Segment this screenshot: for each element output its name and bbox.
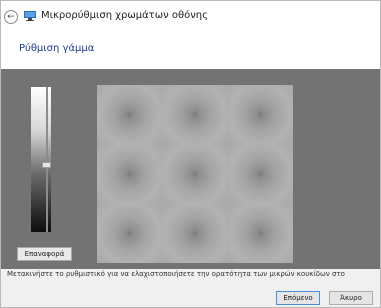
gamma-dot [97,144,163,204]
gamma-adjust-area: Επαναφορά [1,69,380,269]
gamma-dot [227,144,293,204]
gamma-dot [162,144,228,204]
gamma-sample-image [97,85,293,263]
gamma-dot [227,85,293,145]
next-button[interactable]: Επόμενο [276,291,320,305]
gamma-dot [97,203,163,263]
reset-button[interactable]: Επαναφορά [17,247,72,261]
back-arrow-icon[interactable]: ← [4,10,18,24]
gamma-slider[interactable] [31,87,51,232]
cancel-button[interactable]: Άκυρο [329,291,373,305]
page-header: Ρύθμιση γάμμα [1,35,380,69]
instruction-text: Μετακινήστε το ρυθμιστικό για να ελαχιστ… [7,270,345,278]
calibration-window: ← Μικρορύθμιση χρωμάτων οθόνης Ρύθμιση γ… [0,0,381,308]
gamma-dot [227,203,293,263]
display-calibration-icon [24,11,36,21]
title-bar: ← Μικρορύθμιση χρωμάτων οθόνης [1,1,380,35]
gamma-dot [162,85,228,145]
slider-thumb[interactable] [42,162,51,168]
slider-track[interactable] [46,87,48,232]
gamma-dot [162,203,228,263]
window-title: Μικρορύθμιση χρωμάτων οθόνης [41,10,208,21]
instruction-area: Μετακινήστε το ρυθμιστικό για να ελαχιστ… [1,269,380,283]
footer: Επόμενο Άκυρο [1,283,380,307]
page-title: Ρύθμιση γάμμα [19,43,95,54]
gamma-dot [97,85,163,145]
